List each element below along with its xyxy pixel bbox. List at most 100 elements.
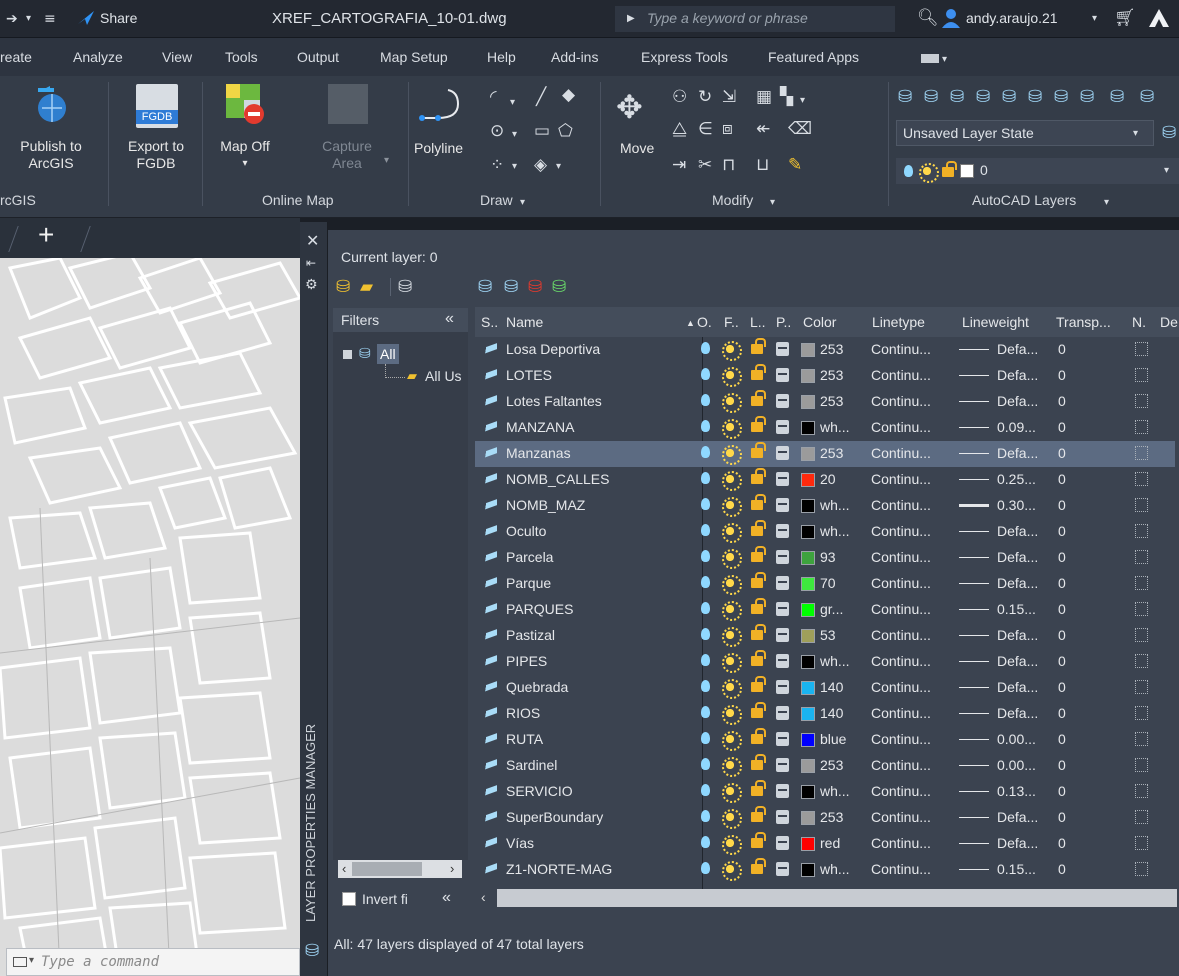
layer-color-value[interactable]: gr... [820, 601, 843, 617]
layer-freeze-icon[interactable] [722, 705, 742, 725]
layer-color-value[interactable]: 140 [820, 679, 843, 695]
layer-name[interactable]: RUTA [506, 731, 543, 747]
layer-color-value[interactable]: wh... [820, 653, 850, 669]
tab-view[interactable]: View [162, 49, 192, 65]
layer-lock-icon[interactable]: ⛁ [1080, 88, 1094, 106]
layer-name[interactable]: Quebrada [506, 679, 568, 695]
layer-on-icon[interactable] [701, 628, 710, 640]
layer-lineweight[interactable]: Defa... [997, 445, 1038, 461]
layer-row[interactable]: PIPES wh... Continu... Defa... 0 [475, 649, 1175, 675]
layer-plot-icon[interactable] [776, 732, 789, 746]
layer-transparency[interactable]: 0 [1058, 783, 1066, 799]
layer-transparency[interactable]: 0 [1058, 861, 1066, 877]
layer-lock-icon[interactable] [751, 728, 766, 744]
layer-on-icon[interactable] [701, 342, 710, 354]
layer-list-hscroll[interactable]: ‹ [475, 885, 1179, 911]
hatch-icon[interactable]: ◈ [534, 156, 547, 174]
vp-freeze-icon[interactable] [1135, 836, 1148, 850]
collapse-filters-button[interactable]: « [445, 310, 454, 328]
user-dropdown-icon[interactable]: ▾ [1092, 10, 1097, 28]
drawing-canvas[interactable]: ▾ Type a command [0, 258, 300, 976]
panel-toggle-dropdown-icon[interactable]: ▾ [942, 51, 947, 69]
layer-freeze-icon[interactable] [722, 757, 742, 777]
modify-expand-icon[interactable]: ▾ [770, 194, 775, 212]
layer-linetype[interactable]: Continu... [871, 653, 931, 669]
layer-lineweight[interactable]: Defa... [997, 549, 1038, 565]
layer-isolate-icon[interactable]: ⛁ [976, 88, 990, 106]
layer-color-swatch[interactable] [801, 577, 815, 591]
scroll-left-icon[interactable]: ‹ [342, 861, 346, 876]
layer-plot-icon[interactable] [776, 758, 789, 772]
layer-color-value[interactable]: 253 [820, 393, 843, 409]
layer-lineweight[interactable]: 0.15... [997, 861, 1036, 877]
layer-on-icon[interactable] [701, 394, 710, 406]
tab-add-ins[interactable]: Add-ins [551, 49, 598, 65]
layer-name[interactable]: SERVICIO [506, 783, 573, 799]
circle-dropdown-icon[interactable]: ▾ [512, 126, 517, 144]
layer-lineweight[interactable]: Defa... [997, 367, 1038, 383]
layer-plot-icon[interactable] [776, 576, 789, 590]
capture-area-button[interactable]: Capture Area [312, 138, 382, 172]
layer-color-value[interactable]: 253 [820, 341, 843, 357]
layer-on-icon[interactable] [701, 602, 710, 614]
layer-linetype[interactable]: Continu... [871, 861, 931, 877]
capture-dropdown-icon[interactable]: ▾ [384, 152, 389, 170]
layer-plot-icon[interactable] [776, 602, 789, 616]
layer-freeze-icon[interactable] [722, 835, 742, 855]
command-input[interactable]: Type a command [41, 954, 159, 970]
layer-on-icon[interactable] [701, 732, 710, 744]
layer-states-manager-icon[interactable]: ⛁ [398, 278, 412, 296]
layer-transparency[interactable]: 0 [1058, 367, 1066, 383]
layer-plot-icon[interactable] [776, 784, 789, 798]
search-icon[interactable]: 🔍︎ [917, 9, 939, 27]
layer-freeze-icon[interactable] [722, 393, 742, 413]
layer-row[interactable]: Sardinel 253 Continu... 0.00... 0 [475, 753, 1175, 779]
layer-lock-icon[interactable] [751, 416, 766, 432]
layer-plot-icon[interactable] [776, 628, 789, 642]
layer-lineweight[interactable]: 0.00... [997, 757, 1036, 773]
tab-analyze[interactable]: Analyze [73, 49, 123, 65]
arc-dropdown-icon[interactable]: ▾ [510, 94, 515, 112]
layer-name[interactable]: Parque [506, 575, 551, 591]
polyline-button[interactable]: Polyline [414, 140, 463, 157]
layer-row[interactable]: SuperBoundary 253 Continu... Defa... 0 [475, 805, 1175, 831]
layer-lock-icon[interactable] [751, 676, 766, 692]
layer-unisolate-icon[interactable]: ⛁ [1002, 88, 1016, 106]
layer-on-icon[interactable] [701, 784, 710, 796]
layer-on-icon[interactable] [701, 836, 710, 848]
layer-transparency[interactable]: 0 [1058, 341, 1066, 357]
layer-color-value[interactable]: wh... [820, 497, 850, 513]
layer-linetype[interactable]: Continu... [871, 783, 931, 799]
layer-on-icon[interactable] [701, 420, 710, 432]
layer-color-swatch[interactable] [801, 837, 815, 851]
fillet-icon[interactable]: ∈ [698, 120, 713, 138]
layer-transparency[interactable]: 0 [1058, 601, 1066, 617]
layer-plot-icon[interactable] [776, 862, 789, 876]
new-group-filter-icon[interactable]: ▰ [360, 278, 373, 296]
layer-name[interactable]: Oculto [506, 523, 546, 539]
layer-row[interactable]: Manzanas 253 Continu... Defa... 0 [475, 441, 1175, 467]
tab-featured-apps[interactable]: Featured Apps [768, 49, 859, 65]
layer-transparency[interactable]: 0 [1058, 627, 1066, 643]
layer-color-swatch[interactable] [801, 525, 815, 539]
layer-linetype[interactable]: Continu... [871, 445, 931, 461]
join-icon[interactable]: ⊔ [756, 156, 769, 174]
layer-lock-icon[interactable] [751, 468, 766, 484]
layer-on-icon[interactable] [701, 810, 710, 822]
layer-transparency[interactable]: 0 [1058, 731, 1066, 747]
vp-freeze-icon[interactable] [1135, 680, 1148, 694]
layer-color-value[interactable]: 140 [820, 705, 843, 721]
draworder-icon[interactable]: ▚ [780, 88, 793, 106]
layer-plot-icon[interactable] [776, 420, 789, 434]
layer-color-swatch[interactable] [801, 681, 815, 695]
vp-freeze-icon[interactable] [1135, 368, 1148, 382]
layer-transparency[interactable]: 0 [1058, 835, 1066, 851]
move-button[interactable]: Move [620, 140, 654, 157]
layer-plot-icon[interactable] [776, 498, 789, 512]
vp-freeze-icon[interactable] [1135, 706, 1148, 720]
layer-linetype[interactable]: Continu... [871, 731, 931, 747]
layer-plot-icon[interactable] [776, 394, 789, 408]
list-scroll-left-icon[interactable]: ‹ [481, 889, 486, 905]
layer-freeze-icon[interactable] [722, 783, 742, 803]
layer-lineweight[interactable]: Defa... [997, 523, 1038, 539]
